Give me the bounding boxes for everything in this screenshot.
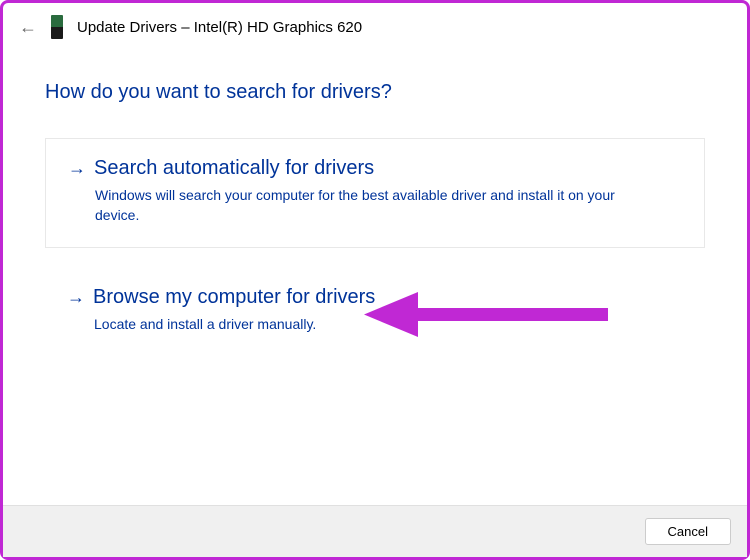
main-heading: How do you want to search for drivers? (45, 81, 705, 104)
option-title: Search automatically for drivers (94, 157, 374, 180)
option-browse-computer[interactable]: → Browse my computer for drivers Locate … (45, 276, 705, 357)
back-arrow-icon[interactable]: ← (19, 17, 37, 38)
option-description: Locate and install a driver manually. (94, 315, 634, 335)
cancel-button[interactable]: Cancel (645, 518, 731, 545)
arrow-right-icon: → (67, 287, 85, 308)
option-description: Windows will search your computer for th… (95, 186, 635, 225)
dialog-header: ← Update Drivers – Intel(R) HD Graphics … (3, 3, 747, 51)
option-title: Browse my computer for drivers (93, 286, 375, 309)
dialog-title: Update Drivers – Intel(R) HD Graphics 62… (77, 19, 362, 36)
dialog-content: How do you want to search for drivers? →… (3, 51, 747, 357)
option-title-row: → Browse my computer for drivers (67, 286, 683, 309)
dialog-footer: Cancel (3, 505, 747, 557)
option-title-row: → Search automatically for drivers (68, 157, 682, 180)
option-search-automatically[interactable]: → Search automatically for drivers Windo… (45, 138, 705, 248)
arrow-right-icon: → (68, 158, 86, 179)
device-icon (51, 15, 63, 39)
